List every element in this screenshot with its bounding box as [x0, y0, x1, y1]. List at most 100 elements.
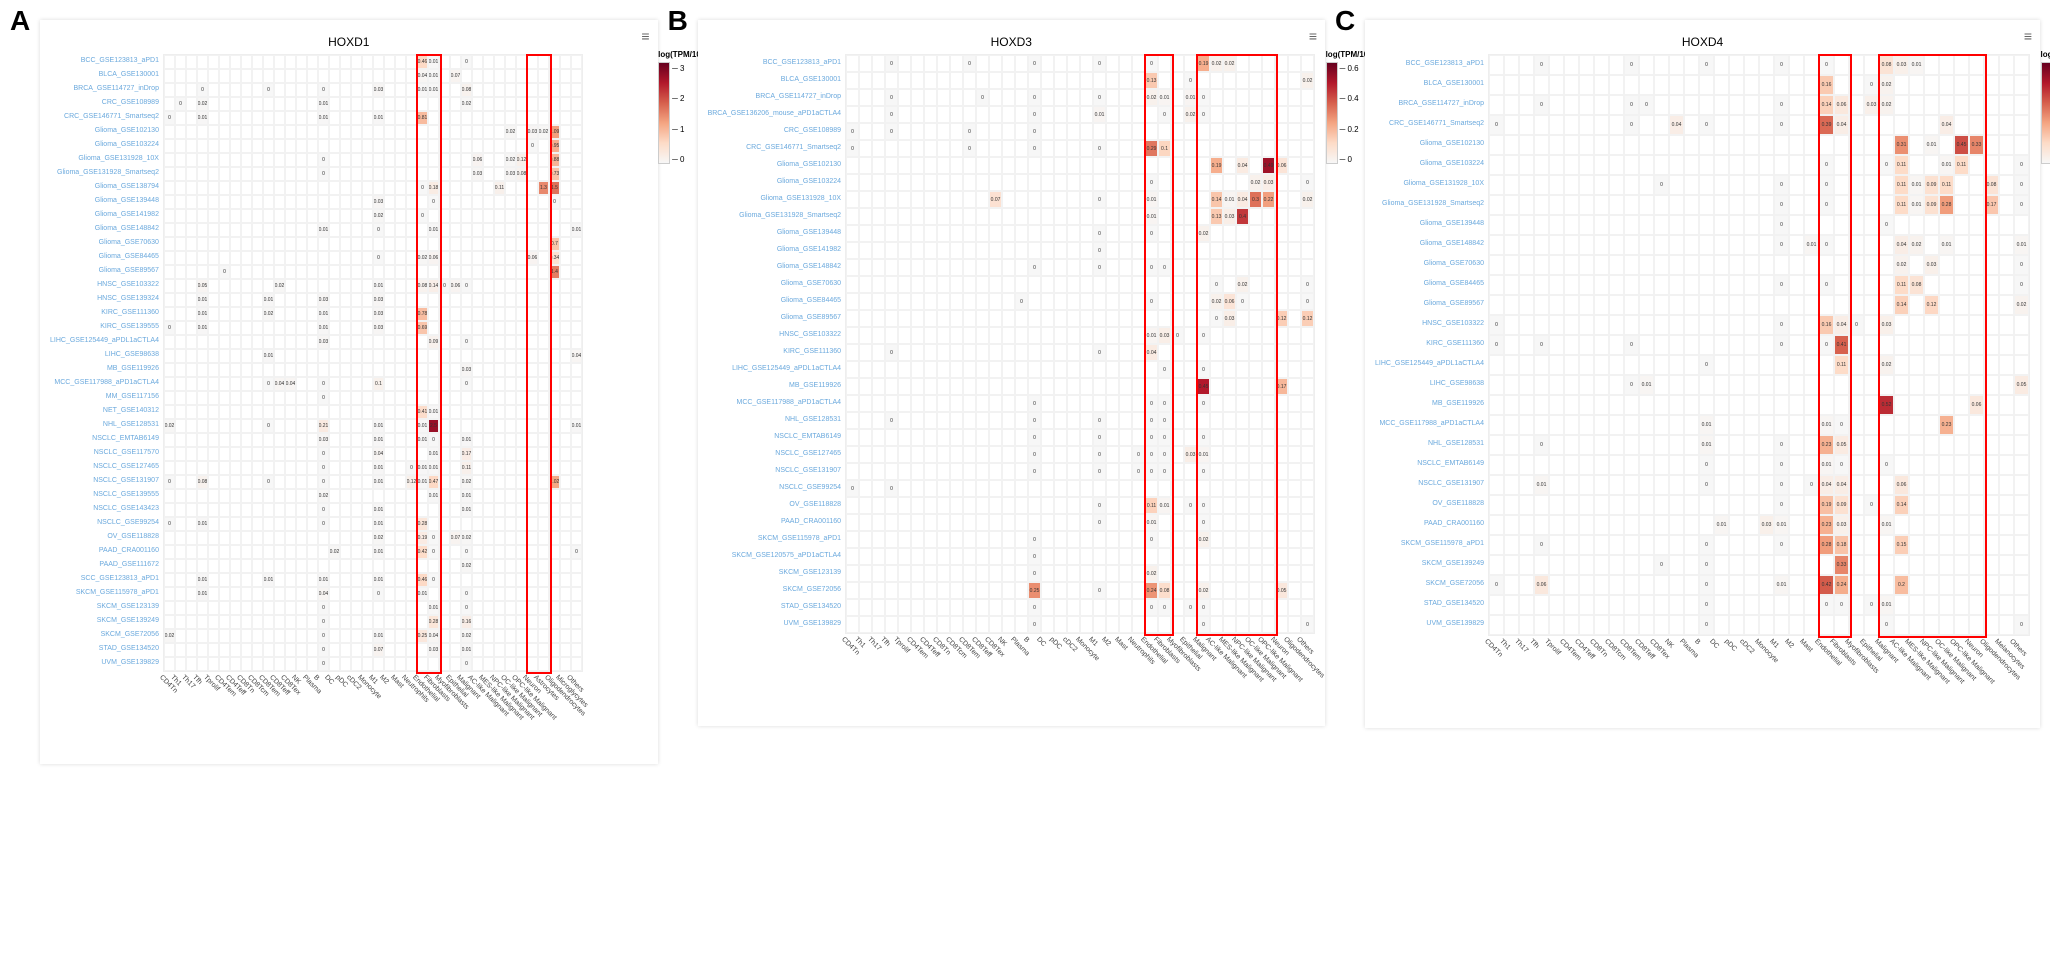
y-label[interactable]: Glioma_GSE84465	[708, 292, 845, 309]
y-label[interactable]: BRCA_GSE136206_mouse_aPD1aCTLA4	[708, 105, 845, 122]
y-label[interactable]: LIHC_GSE98638	[50, 348, 163, 362]
y-label[interactable]: NSCLC_GSE127465	[708, 445, 845, 462]
y-label[interactable]: MCC_GSE117988_aPD1aCTLA4	[708, 394, 845, 411]
y-label[interactable]: Glioma_GSE102130	[50, 124, 163, 138]
y-label[interactable]: CRC_GSE146771_Smartseq2	[1375, 114, 1488, 134]
y-label[interactable]: STAD_GSE134520	[50, 642, 163, 656]
y-label[interactable]: SKCM_GSE72056	[1375, 574, 1488, 594]
y-label[interactable]: KIRC_GSE139555	[50, 320, 163, 334]
y-label[interactable]: HNSC_GSE103322	[1375, 314, 1488, 334]
y-label[interactable]: NSCLC_GSE131907	[50, 474, 163, 488]
y-label[interactable]: UVM_GSE139829	[1375, 614, 1488, 634]
y-label[interactable]: Glioma_GSE148842	[50, 222, 163, 236]
y-label[interactable]: MCC_GSE117988_aPD1aCTLA4	[1375, 414, 1488, 434]
y-label[interactable]: PAAD_CRA001160	[1375, 514, 1488, 534]
y-label[interactable]: OV_GSE118828	[1375, 494, 1488, 514]
hamburger-menu-icon[interactable]: ≡	[1309, 28, 1317, 44]
y-label[interactable]: BLCA_GSE130001	[50, 68, 163, 82]
y-label[interactable]: BCC_GSE123813_aPD1	[50, 54, 163, 68]
y-label[interactable]: NSCLC_GSE131907	[1375, 474, 1488, 494]
y-label[interactable]: OV_GSE118828	[50, 530, 163, 544]
y-label[interactable]: UVM_GSE139829	[50, 656, 163, 670]
y-label[interactable]: Glioma_GSE131928_10X	[1375, 174, 1488, 194]
y-label[interactable]: BCC_GSE123813_aPD1	[708, 54, 845, 71]
y-label[interactable]: MB_GSE119926	[50, 362, 163, 376]
y-label[interactable]: BRCA_GSE114727_inDrop	[1375, 94, 1488, 114]
y-label[interactable]: NSCLC_GSE99254	[50, 516, 163, 530]
y-label[interactable]: Glioma_GSE131928_Smartseq2	[708, 207, 845, 224]
y-label[interactable]: MB_GSE119926	[1375, 394, 1488, 414]
y-label[interactable]: Glioma_GSE89567	[1375, 294, 1488, 314]
y-label[interactable]: Glioma_GSE84465	[50, 250, 163, 264]
hamburger-menu-icon[interactable]: ≡	[641, 28, 649, 44]
y-label[interactable]: NHL_GSE128531	[50, 418, 163, 432]
y-label[interactable]: NSCLC_EMTAB6149	[1375, 454, 1488, 474]
y-label[interactable]: BRCA_GSE114727_inDrop	[50, 82, 163, 96]
y-label[interactable]: Glioma_GSE84465	[1375, 274, 1488, 294]
y-label[interactable]: HNSC_GSE103322	[50, 278, 163, 292]
y-label[interactable]: NSCLC_GSE117570	[50, 446, 163, 460]
y-label[interactable]: SKCM_GSE139249	[50, 614, 163, 628]
y-label[interactable]: SKCM_GSE120575_aPD1aCTLA4	[708, 547, 845, 564]
y-label[interactable]: Glioma_GSE148842	[708, 258, 845, 275]
y-label[interactable]: PAAD_GSE111672	[50, 558, 163, 572]
y-label[interactable]: Glioma_GSE131928_Smartseq2	[1375, 194, 1488, 214]
y-label[interactable]: NSCLC_GSE99254	[708, 479, 845, 496]
y-label[interactable]: Glioma_GSE139448	[708, 224, 845, 241]
y-label[interactable]: Glioma_GSE102130	[1375, 134, 1488, 154]
y-label[interactable]: NSCLC_EMTAB6149	[708, 428, 845, 445]
y-label[interactable]: HNSC_GSE139324	[50, 292, 163, 306]
y-label[interactable]: NET_GSE140312	[50, 404, 163, 418]
y-label[interactable]: Glioma_GSE148842	[1375, 234, 1488, 254]
y-label[interactable]: NSCLC_GSE139555	[50, 488, 163, 502]
y-label[interactable]: SKCM_GSE72056	[50, 628, 163, 642]
y-label[interactable]: NSCLC_GSE127465	[50, 460, 163, 474]
y-label[interactable]: Glioma_GSE103224	[708, 173, 845, 190]
y-label[interactable]: SCC_GSE123813_aPD1	[50, 572, 163, 586]
y-label[interactable]: LIHC_GSE125449_aPDL1aCTLA4	[50, 334, 163, 348]
y-label[interactable]: LIHC_GSE125449_aPDL1aCTLA4	[708, 360, 845, 377]
y-label[interactable]: NSCLC_EMTAB6149	[50, 432, 163, 446]
y-label[interactable]: MB_GSE119926	[708, 377, 845, 394]
y-label[interactable]: BRCA_GSE114727_inDrop	[708, 88, 845, 105]
y-label[interactable]: SKCM_GSE139249	[1375, 554, 1488, 574]
y-label[interactable]: KIRC_GSE111360	[50, 306, 163, 320]
y-label[interactable]: STAD_GSE134520	[1375, 594, 1488, 614]
y-label[interactable]: BLCA_GSE130001	[1375, 74, 1488, 94]
y-label[interactable]: Glioma_GSE139448	[1375, 214, 1488, 234]
y-label[interactable]: CRC_GSE146771_Smartseq2	[708, 139, 845, 156]
y-label[interactable]: HNSC_GSE103322	[708, 326, 845, 343]
y-label[interactable]: MM_GSE117156	[50, 390, 163, 404]
y-label[interactable]: BCC_GSE123813_aPD1	[1375, 54, 1488, 74]
y-label[interactable]: PAAD_CRA001160	[708, 513, 845, 530]
y-label[interactable]: NSCLC_GSE143423	[50, 502, 163, 516]
y-label[interactable]: SKCM_GSE115978_aPD1	[708, 530, 845, 547]
y-label[interactable]: KIRC_GSE111360	[1375, 334, 1488, 354]
y-label[interactable]: CRC_GSE146771_Smartseq2	[50, 110, 163, 124]
y-label[interactable]: Glioma_GSE70630	[708, 275, 845, 292]
hamburger-menu-icon[interactable]: ≡	[2024, 28, 2032, 44]
y-label[interactable]: SKCM_GSE115978_aPD1	[1375, 534, 1488, 554]
y-label[interactable]: Glioma_GSE70630	[1375, 254, 1488, 274]
y-label[interactable]: OV_GSE118828	[708, 496, 845, 513]
y-label[interactable]: SKCM_GSE72056	[708, 581, 845, 598]
y-label[interactable]: Glioma_GSE131928_Smartseq2	[50, 166, 163, 180]
y-label[interactable]: Glioma_GSE89567	[708, 309, 845, 326]
y-label[interactable]: LIHC_GSE125449_aPDL1aCTLA4	[1375, 354, 1488, 374]
y-label[interactable]: KIRC_GSE111360	[708, 343, 845, 360]
y-label[interactable]: Glioma_GSE89567	[50, 264, 163, 278]
y-label[interactable]: UVM_GSE139829	[708, 615, 845, 632]
y-label[interactable]: Glioma_GSE70630	[50, 236, 163, 250]
y-label[interactable]: Glioma_GSE141982	[50, 208, 163, 222]
y-label[interactable]: LIHC_GSE98638	[1375, 374, 1488, 394]
y-label[interactable]: MCC_GSE117988_aPD1aCTLA4	[50, 376, 163, 390]
y-label[interactable]: Glioma_GSE102130	[708, 156, 845, 173]
y-label[interactable]: BLCA_GSE130001	[708, 71, 845, 88]
y-label[interactable]: STAD_GSE134520	[708, 598, 845, 615]
y-label[interactable]: NHL_GSE128531	[1375, 434, 1488, 454]
y-label[interactable]: Glioma_GSE139448	[50, 194, 163, 208]
y-label[interactable]: Glioma_GSE138794	[50, 180, 163, 194]
y-label[interactable]: NHL_GSE128531	[708, 411, 845, 428]
y-label[interactable]: PAAD_CRA001160	[50, 544, 163, 558]
y-label[interactable]: SKCM_GSE115978_aPD1	[50, 586, 163, 600]
